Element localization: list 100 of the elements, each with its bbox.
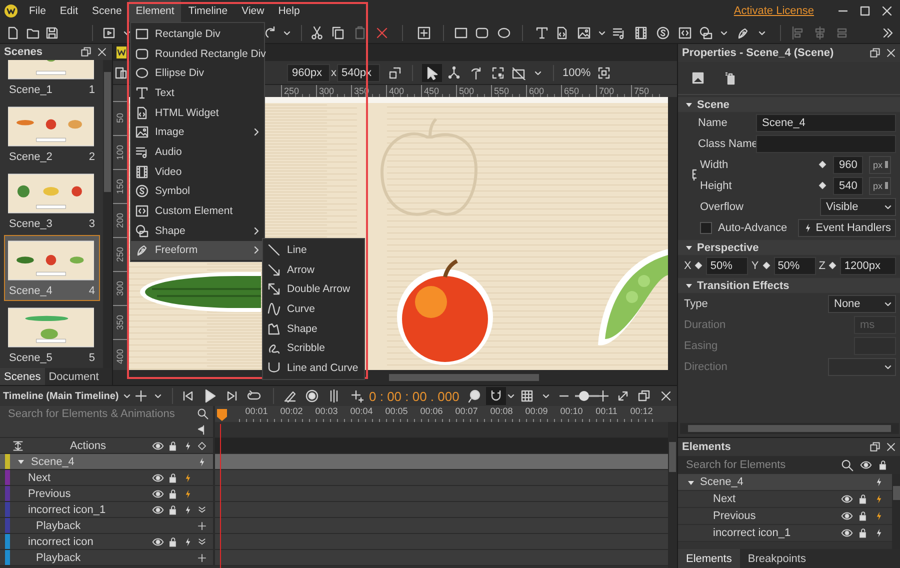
bolt-icon[interactable] (183, 440, 193, 452)
scene-item[interactable]: Scene_3 3 (4, 168, 100, 234)
menu-item[interactable]: HTML Widget (131, 102, 264, 122)
event-handlers-button[interactable]: Event Handlers (798, 218, 896, 236)
ellipse-icon[interactable] (135, 66, 149, 80)
perspective-field[interactable]: 50% (706, 256, 748, 274)
add-element-icon[interactable] (417, 26, 431, 40)
menu-item[interactable]: Line and Curve (263, 358, 364, 378)
keyframe-icon[interactable] (818, 160, 827, 169)
polygon-icon[interactable] (267, 322, 281, 336)
menu-item[interactable]: Help (271, 0, 307, 22)
lock-icon[interactable] (168, 440, 179, 452)
folder-icon[interactable] (26, 26, 40, 40)
menu-item[interactable]: Rectangle Div (131, 24, 264, 44)
element-row[interactable]: Previous (678, 508, 892, 525)
triangle-icon[interactable] (684, 243, 693, 252)
element-row[interactable]: Scene_4 (678, 474, 892, 491)
node-icon[interactable] (446, 66, 460, 80)
menu-item[interactable]: Shape (263, 318, 364, 338)
dropdown[interactable]: None (828, 294, 896, 312)
scissors-icon[interactable] (310, 26, 324, 40)
float-icon[interactable] (869, 47, 881, 59)
new-file-icon[interactable] (6, 26, 20, 40)
rotate-icon[interactable] (468, 66, 482, 80)
eye-icon[interactable] (841, 493, 853, 505)
lock-icon[interactable] (858, 493, 869, 505)
code-icon[interactable] (678, 26, 692, 40)
menu-item[interactable]: Custom Element (131, 201, 264, 221)
menu-item[interactable]: View (234, 0, 272, 22)
more-icon[interactable] (881, 26, 895, 40)
bolt-icon[interactable] (874, 510, 884, 522)
time-display[interactable]: 0 : 00 : 00 . 000 (369, 388, 460, 404)
pointer-icon[interactable] (424, 66, 438, 80)
device-icon[interactable] (114, 66, 128, 80)
bolt-icon[interactable] (183, 536, 193, 548)
menu-item[interactable]: Ellipse Div (131, 63, 264, 84)
menu-item[interactable]: Rounded Rectangle Div (131, 44, 264, 64)
eye-icon[interactable] (152, 440, 164, 452)
keyframe-icon[interactable] (762, 261, 771, 270)
scene-item[interactable]: Scene_2 2 (4, 101, 100, 167)
square-icon[interactable] (135, 26, 149, 41)
eye-icon[interactable] (152, 536, 164, 548)
float-icon[interactable] (80, 46, 92, 58)
scrollbar[interactable] (668, 422, 677, 568)
maximize-icon[interactable] (858, 4, 872, 18)
symbol-icon[interactable] (135, 184, 149, 198)
float-icon[interactable] (869, 441, 881, 453)
zoom-level[interactable]: 100% (562, 66, 591, 78)
panel-tab[interactable]: Document (44, 368, 103, 385)
class-name-field[interactable] (756, 134, 896, 152)
expand-icon[interactable] (616, 389, 630, 403)
fit-icon[interactable] (596, 66, 611, 80)
menu-item[interactable]: Audio (131, 142, 264, 162)
frame-icon[interactable] (490, 66, 504, 80)
menu-item[interactable]: Symbol (131, 182, 264, 202)
transform-icon[interactable] (388, 66, 402, 80)
menu-item[interactable]: Scribble (263, 338, 364, 358)
symbol-icon[interactable] (656, 26, 670, 40)
close-icon[interactable] (885, 47, 897, 59)
select-tool[interactable] (422, 64, 442, 82)
collapse-all-icon[interactable] (12, 440, 24, 452)
search-icon[interactable] (841, 458, 854, 472)
close-icon[interactable] (659, 389, 674, 403)
bolt-icon[interactable] (874, 527, 884, 539)
width-field[interactable]: 960 (833, 156, 863, 174)
triangle-icon[interactable] (684, 100, 693, 109)
code-icon[interactable] (135, 204, 149, 218)
keyframe-icon[interactable] (818, 181, 827, 190)
scene-item[interactable]: Scene_4 4 (4, 235, 100, 301)
lock-icon[interactable] (168, 504, 179, 516)
keyframe-icon[interactable] (694, 261, 704, 270)
scrollbar[interactable] (103, 60, 112, 368)
bolt-icon[interactable] (183, 472, 193, 484)
record-icon[interactable] (305, 389, 319, 403)
scrollbar[interactable] (680, 423, 899, 434)
rounded-rectangle-icon[interactable] (475, 26, 489, 40)
zoom-in-icon[interactable] (596, 389, 610, 403)
checkbox[interactable] (700, 222, 712, 234)
film-icon[interactable] (634, 26, 648, 40)
menu-item[interactable]: Timeline (181, 0, 235, 22)
eye-icon[interactable] (860, 459, 872, 471)
balloon-icon[interactable] (467, 389, 482, 403)
restore-icon[interactable] (637, 389, 652, 403)
menu-item[interactable]: Freeform (131, 240, 264, 260)
unit-dropdown[interactable]: px (869, 176, 891, 194)
double-arrow-icon[interactable] (267, 282, 281, 296)
image-icon[interactable] (135, 125, 149, 140)
menu-item[interactable]: Text (131, 83, 264, 103)
menu-item[interactable]: Edit (52, 0, 86, 22)
perspective-field[interactable]: 1200px (840, 256, 896, 274)
panel-tab[interactable]: Breakpoints (740, 549, 814, 568)
double-chevron-icon[interactable] (197, 504, 207, 516)
sparkle-icon[interactable] (350, 389, 364, 403)
scene-properties-icon[interactable] (691, 71, 705, 85)
menu-item[interactable]: Scene (85, 0, 129, 22)
scene-item[interactable]: Scene_5 5 (4, 302, 100, 368)
copy-icon[interactable] (331, 26, 345, 40)
menu-item[interactable]: Image (131, 122, 264, 142)
double-chevron-icon[interactable] (197, 536, 207, 548)
height-field[interactable]: 540 (833, 176, 863, 194)
